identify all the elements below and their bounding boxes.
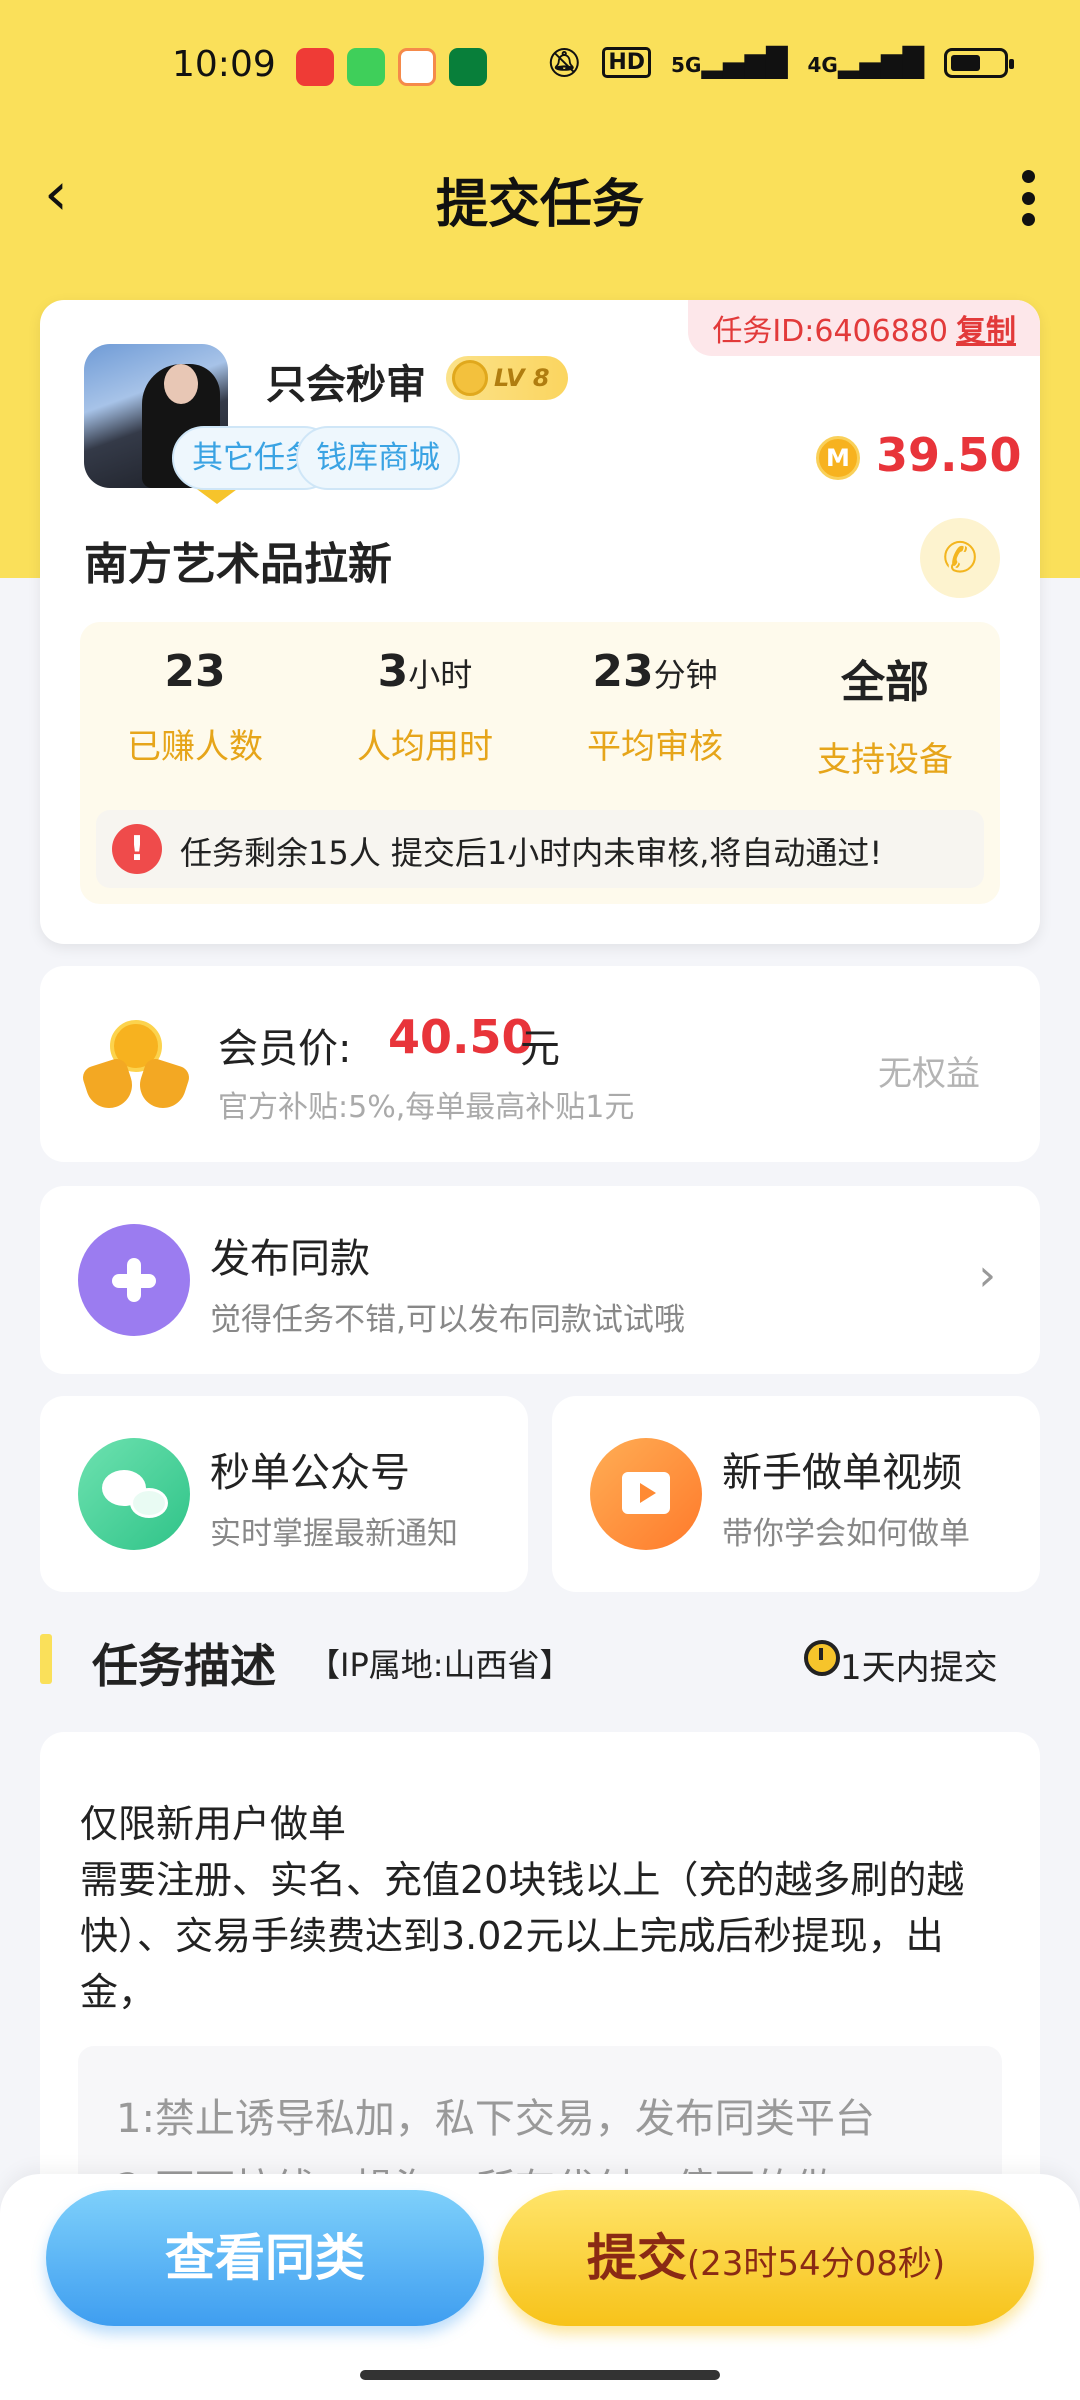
description-header: 任务描述 【IP属地:山西省】 1天内提交: [40, 1626, 1040, 1693]
bottom-action-bar: 查看同类 提交(23时54分08秒): [0, 2174, 1080, 2400]
video-icon: [590, 1438, 702, 1550]
more-vertical-icon[interactable]: [1016, 170, 1040, 226]
stat-label: 支持设备: [817, 740, 953, 780]
notice-text: 任务剩余15人 提交后1小时内未审核,将自动通过!: [180, 834, 883, 872]
stat-value: 全部: [770, 646, 1000, 710]
tag-wallet-mall[interactable]: 钱库商城: [296, 426, 460, 490]
hd-icon: HD: [602, 47, 652, 78]
mute-icon: 🔕︎: [546, 46, 583, 79]
5g-signal-icon: 5G▂▄▆█: [671, 46, 788, 79]
stat-avg-review: 23分钟 平均审核: [540, 646, 770, 768]
4g-signal-icon: 4G▂▄▆█: [807, 46, 924, 79]
clock-icon: [804, 1640, 840, 1676]
publish-title: 发布同款: [210, 1236, 370, 1282]
rule-line: 1:禁止诱导私加，私下交易，发布同类平台: [116, 2096, 875, 2142]
wechat-subtitle: 实时掌握最新通知: [210, 1516, 458, 1552]
section-title: 任务描述: [92, 1639, 276, 1693]
status-bar: 10:09 🔕︎ HD 5G▂▄▆█ 4G▂▄▆█: [0, 0, 1080, 140]
wechat-title: 秒单公众号: [210, 1450, 410, 1496]
status-time: 10:09: [172, 44, 276, 85]
stat-label: 平均审核: [587, 727, 723, 767]
stat-devices: 全部 支持设备: [770, 646, 1000, 781]
video-guide-title: 新手做单视频: [722, 1450, 962, 1496]
stat-label: 人均用时: [357, 727, 493, 767]
stat-number: 23: [592, 646, 654, 697]
plus-icon: [78, 1224, 190, 1336]
4g-label: 4G: [807, 53, 838, 77]
game-app-icon: [398, 48, 436, 86]
stat-label: 已赚人数: [127, 727, 263, 767]
task-name: 南方艺术品拉新: [84, 539, 392, 590]
section-accent-bar: [40, 1634, 52, 1684]
subsidy-text: 官方补贴:5%,每单最高补贴1元: [218, 1090, 635, 1125]
level-badge: LV 8: [446, 356, 568, 400]
video-guide-subtitle: 带你学会如何做单: [722, 1516, 970, 1552]
stat-number: 全部: [841, 657, 929, 708]
submit-button[interactable]: 提交(23时54分08秒): [498, 2190, 1034, 2326]
page-title: 提交任务: [435, 175, 644, 235]
member-price-value: 40.50: [388, 1010, 534, 1064]
notice-bar: ! 任务剩余15人 提交后1小时内未审核,将自动通过!: [96, 810, 984, 888]
stat-value: 23分钟: [540, 646, 770, 697]
task-id-label: 任务ID:6406880: [712, 314, 948, 349]
video-app-icon: [296, 48, 334, 86]
stat-unit: 小时: [408, 656, 473, 694]
phone-icon[interactable]: ✆: [920, 518, 1000, 598]
stats-box: 23 已赚人数 3小时 人均用时 23分钟 平均审核 全部 支持设备 ! 任务剩…: [80, 622, 1000, 904]
wechat-icon: [78, 1438, 190, 1550]
avatar-face: [164, 364, 198, 404]
task-id-tag: 任务ID:6406880 复制: [688, 300, 1040, 356]
level-text: LV 8: [494, 364, 550, 392]
store-app-icon: [347, 48, 385, 86]
member-price-label: 会员价:: [218, 1026, 352, 1072]
coin-hands-icon: [80, 1012, 192, 1114]
stat-number: 23: [164, 646, 226, 697]
stat-value: 3小时: [310, 646, 540, 697]
submit-timer: (23时54分08秒): [686, 2244, 946, 2284]
chevron-right-icon: ›: [978, 1250, 996, 1301]
stat-value: 23: [80, 646, 310, 697]
task-card: 任务ID:6406880 复制 V 只会秒审 LV 8 其它任务 钱库商城 M …: [40, 300, 1040, 944]
stat-number: 3: [377, 646, 409, 697]
medal-icon: [452, 360, 488, 396]
description-body: 仅限新用户做单 需要注册、实名、充值20块钱以上（充的越多刷的越快）、交易手续费…: [80, 1802, 965, 2014]
wechat-account-card[interactable]: 秒单公众号 实时掌握最新通知: [40, 1396, 528, 1592]
submit-deadline: 1天内提交: [840, 1648, 998, 1688]
task-price: 39.50: [876, 428, 1022, 482]
benefit-status: 无权益: [878, 1054, 980, 1094]
stat-earned: 23 已赚人数: [80, 646, 310, 768]
battery-fill: [951, 54, 980, 71]
publish-subtitle: 觉得任务不错,可以发布同款试试哦: [210, 1302, 685, 1338]
home-indicator[interactable]: [360, 2370, 720, 2380]
member-price-card[interactable]: 会员价: 40.50 元 官方补贴:5%,每单最高补贴1元 无权益: [40, 966, 1040, 1162]
view-similar-button[interactable]: 查看同类: [46, 2190, 484, 2326]
stat-unit: 分钟: [653, 656, 718, 694]
publish-same-card[interactable]: 发布同款 觉得任务不错,可以发布同款试试哦 ›: [40, 1186, 1040, 1374]
battery-icon: [944, 47, 1014, 78]
5g-label: 5G: [671, 53, 702, 77]
nav-bar: ‹ 提交任务: [0, 140, 1080, 250]
coin-icon: M: [816, 436, 860, 480]
member-price-unit: 元: [520, 1026, 560, 1072]
alert-icon: !: [112, 824, 162, 874]
status-icons: 🔕︎ HD 5G▂▄▆█ 4G▂▄▆█: [546, 46, 1014, 79]
oppo-app-icon: [449, 48, 487, 86]
video-guide-card[interactable]: 新手做单视频 带你学会如何做单: [552, 1396, 1040, 1592]
stat-avg-time: 3小时 人均用时: [310, 646, 540, 768]
ip-location: 【IP属地:山西省】: [308, 1646, 572, 1684]
copy-link[interactable]: 复制: [956, 306, 1016, 350]
submit-label: 提交: [586, 2229, 687, 2287]
user-name: 只会秒审: [266, 362, 426, 408]
